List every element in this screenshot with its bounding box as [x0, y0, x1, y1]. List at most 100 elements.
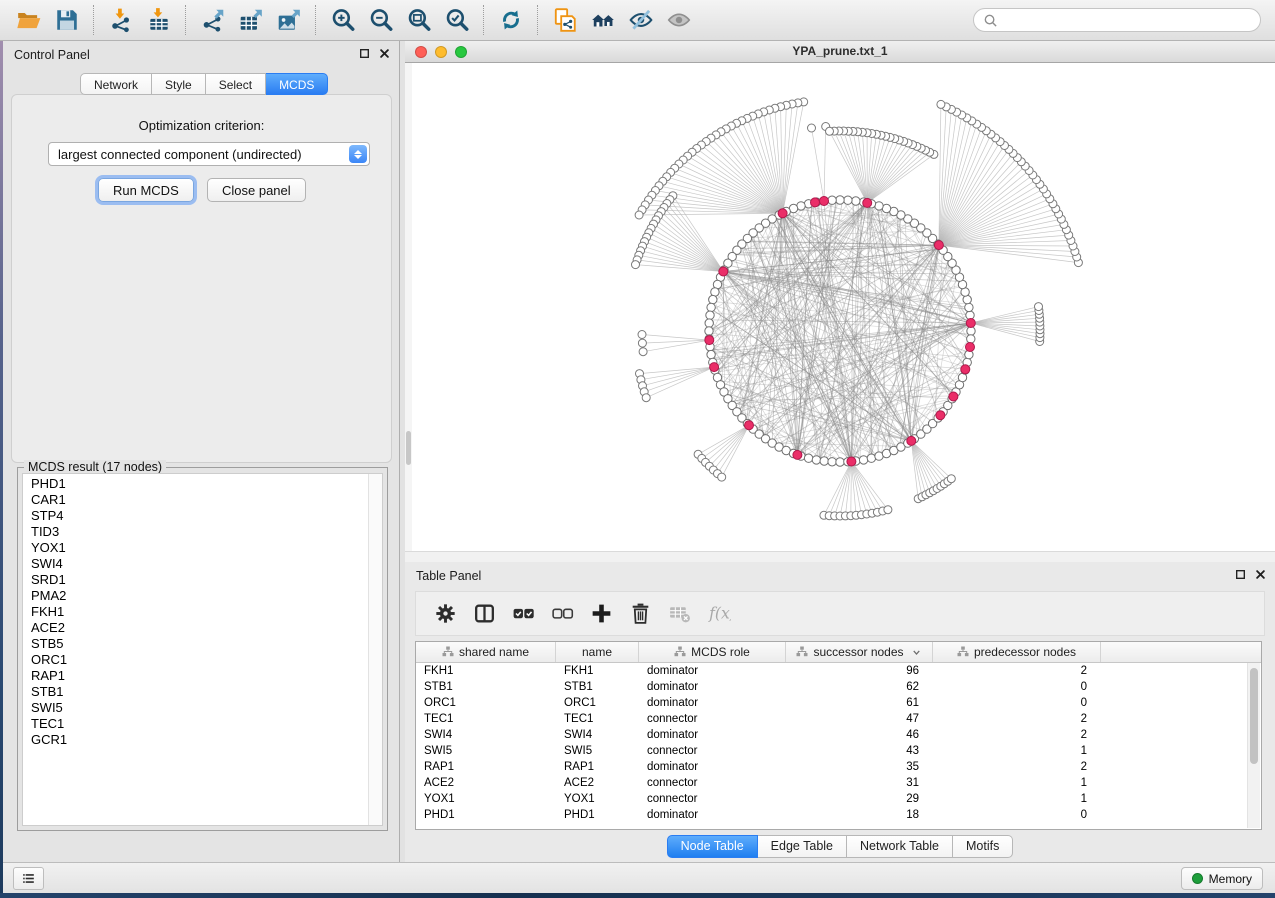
table-row[interactable]: STB1STB1dominator620 — [416, 679, 1261, 695]
column-header-successor_nodes[interactable]: successor nodes — [786, 642, 933, 662]
tab-edge-table[interactable]: Edge Table — [758, 835, 847, 858]
graph-node[interactable] — [706, 311, 714, 319]
mcds-node[interactable] — [710, 363, 719, 372]
list-item[interactable]: FKH1 — [23, 604, 368, 620]
mcds-node[interactable] — [907, 436, 916, 445]
columns-button[interactable] — [469, 598, 501, 630]
zoom-out-button[interactable] — [362, 3, 400, 37]
list-item[interactable]: SWI5 — [23, 700, 368, 716]
list-item[interactable]: PHD1 — [23, 476, 368, 492]
close-icon[interactable] — [1255, 569, 1266, 580]
graph-node[interactable] — [820, 457, 828, 465]
mcds-node[interactable] — [863, 198, 872, 207]
table-row[interactable]: YOX1YOX1connector291 — [416, 791, 1261, 807]
list-item[interactable]: SWI4 — [23, 556, 368, 572]
graph-node[interactable] — [1035, 303, 1043, 311]
mcds-node[interactable] — [820, 197, 829, 206]
list-item[interactable]: TID3 — [23, 524, 368, 540]
show-all-button[interactable] — [660, 3, 698, 37]
graph-node[interactable] — [705, 319, 713, 327]
gear-button[interactable] — [430, 598, 462, 630]
tab-node-table[interactable]: Node Table — [667, 835, 758, 858]
task-history-button[interactable] — [13, 867, 44, 890]
table-row[interactable]: FKH1FKH1dominator962 — [416, 663, 1261, 679]
list-item[interactable]: STB5 — [23, 636, 368, 652]
deselect-all-button[interactable] — [547, 598, 579, 630]
list-item[interactable]: ACE2 — [23, 620, 368, 636]
open-folder-button[interactable] — [10, 3, 48, 37]
mcds-node[interactable] — [966, 343, 975, 352]
list-item[interactable]: ORC1 — [23, 652, 368, 668]
network-graph[interactable] — [405, 63, 1275, 551]
graph-node[interactable] — [707, 303, 715, 311]
list-item[interactable]: TEC1 — [23, 716, 368, 732]
graph-node[interactable] — [826, 127, 834, 135]
graph-node[interactable] — [836, 196, 844, 204]
mcds-node[interactable] — [745, 421, 754, 430]
graph-node[interactable] — [638, 339, 646, 347]
graph-node[interactable] — [965, 303, 973, 311]
mcds-node[interactable] — [936, 411, 945, 420]
mcds-node[interactable] — [934, 241, 943, 250]
tab-select[interactable]: Select — [206, 73, 266, 95]
graph-node[interactable] — [967, 327, 975, 335]
mcds-node[interactable] — [949, 392, 958, 401]
graph-node[interactable] — [642, 394, 650, 402]
zoom-selected-button[interactable] — [438, 3, 476, 37]
tab-style[interactable]: Style — [152, 73, 206, 95]
mcds-node[interactable] — [961, 365, 970, 374]
save-session-button[interactable] — [48, 3, 86, 37]
graph-node[interactable] — [963, 295, 971, 303]
graph-node[interactable] — [804, 454, 812, 462]
graph-node[interactable] — [707, 350, 715, 358]
graph-node[interactable] — [859, 456, 867, 464]
graph-node[interactable] — [884, 506, 892, 514]
graph-node[interactable] — [947, 475, 955, 483]
graph-node[interactable] — [812, 456, 820, 464]
close-icon[interactable] — [379, 48, 390, 59]
table-scrollbar-thumb[interactable] — [1250, 668, 1258, 764]
graph-node[interactable] — [836, 458, 844, 466]
column-header-mcds_role[interactable]: MCDS role — [639, 642, 786, 662]
list-item[interactable]: STP4 — [23, 508, 368, 524]
column-header-name[interactable]: name — [556, 642, 639, 662]
list-item[interactable]: GCR1 — [23, 732, 368, 748]
close-panel-button[interactable]: Close panel — [207, 178, 306, 202]
mcds-node[interactable] — [966, 319, 975, 328]
graph-node[interactable] — [635, 211, 643, 219]
mcds-node[interactable] — [705, 336, 714, 345]
zoom-fit-button[interactable] — [400, 3, 438, 37]
run-mcds-button[interactable]: Run MCDS — [98, 178, 194, 202]
float-icon[interactable] — [359, 48, 370, 59]
search-input[interactable] — [1002, 10, 1260, 30]
houses-button[interactable] — [584, 3, 622, 37]
graph-node[interactable] — [967, 335, 975, 343]
graph-node[interactable] — [711, 288, 719, 296]
result-scrollbar[interactable] — [368, 474, 382, 825]
list-item[interactable]: SRD1 — [23, 572, 368, 588]
graph-node[interactable] — [705, 327, 713, 335]
refresh-layout-button[interactable] — [492, 3, 530, 37]
mcds-node[interactable] — [793, 450, 802, 459]
graph-node[interactable] — [808, 124, 816, 132]
duplicate-network-button[interactable] — [546, 3, 584, 37]
hide-selected-button[interactable] — [622, 3, 660, 37]
graph-node[interactable] — [638, 331, 646, 339]
table-row[interactable]: SWI5SWI5connector431 — [416, 743, 1261, 759]
optimization-select[interactable]: largest connected component (undirected) — [48, 142, 370, 166]
graph-node[interactable] — [867, 454, 875, 462]
graph-node[interactable] — [639, 348, 647, 356]
mcds-node[interactable] — [719, 267, 728, 276]
tab-motifs[interactable]: Motifs — [953, 835, 1013, 858]
tab-network-table[interactable]: Network Table — [847, 835, 953, 858]
list-item[interactable]: RAP1 — [23, 668, 368, 684]
table-scrollbar[interactable] — [1247, 663, 1260, 828]
network-vscrollbar[interactable] — [405, 63, 412, 551]
mcds-node[interactable] — [847, 457, 856, 466]
network-canvas[interactable] — [405, 63, 1275, 551]
export-network-button[interactable] — [194, 3, 232, 37]
add-row-button[interactable] — [586, 598, 618, 630]
graph-node[interactable] — [632, 261, 640, 269]
graph-node[interactable] — [844, 196, 852, 204]
table-row[interactable]: ACE2ACE2connector311 — [416, 775, 1261, 791]
